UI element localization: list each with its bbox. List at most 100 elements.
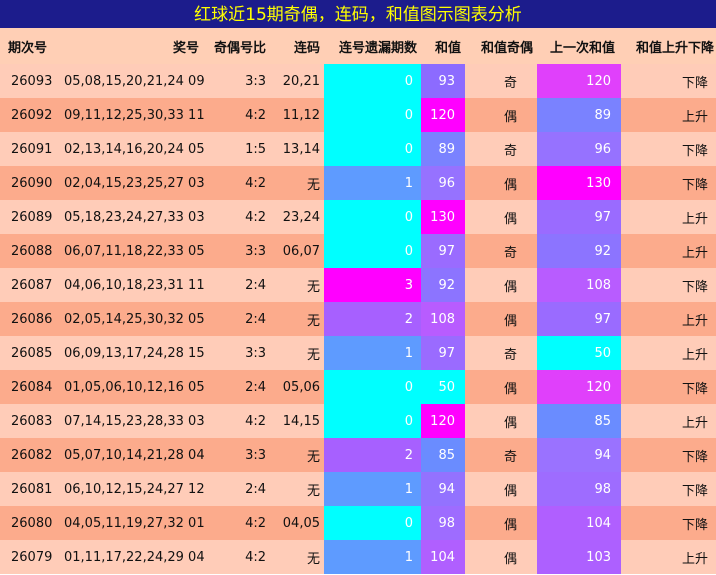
- table-row: 26089 05,18,23,24,27,33 03 4:2 23,24 0 130 偶 97…: [0, 200, 716, 234]
- numbers-cell: 04,05,11,19,27,32 01: [60, 506, 205, 540]
- consecutive-cell: 无: [270, 302, 324, 336]
- consecutive-cell: 无: [270, 336, 324, 370]
- sum-cell: 50: [421, 370, 465, 404]
- consecutive-miss-cell: 2: [324, 438, 421, 472]
- consecutive-cell: 23,24: [270, 200, 324, 234]
- sum-cell: 104: [421, 540, 465, 574]
- odd-even-ratio-cell: 4:2: [203, 166, 270, 200]
- consecutive-miss-cell: 1: [324, 336, 421, 370]
- prev-sum-cell: 120: [537, 370, 621, 404]
- col-header-trend: 和值上升下降: [621, 28, 716, 64]
- consecutive-miss-cell: 0: [324, 506, 421, 540]
- sum-parity-cell: 偶: [465, 268, 537, 302]
- table-row: 26086 02,05,14,25,30,32 05 2:4 无 2 108 偶 97 上升: [0, 302, 716, 336]
- header-row: 期次号 奖号 奇偶号比 连码 连号遗漏期数 和值 和值奇偶 上一次和值 和值上升…: [0, 28, 716, 64]
- table-row: 26091 02,13,14,16,20,24 05 1:5 13,14 0 89 奇 96 下…: [0, 132, 716, 166]
- sum-cell: 97: [421, 336, 465, 370]
- trend-cell: 上升: [621, 234, 716, 268]
- period-cell: 26084: [0, 370, 60, 404]
- page: 红球近15期奇偶，连码，和值图示图表分析 期次号 奖号 奇偶号比 连码 连号遗漏…: [0, 0, 716, 575]
- consecutive-cell: 无: [270, 268, 324, 302]
- consecutive-cell: 06,07: [270, 234, 324, 268]
- numbers-cell: 01,11,17,22,24,29 04: [60, 540, 205, 574]
- period-cell: 26081: [0, 472, 60, 506]
- prev-sum-cell: 98: [537, 472, 621, 506]
- period-cell: 26080: [0, 506, 60, 540]
- col-header-numbers: 奖号: [60, 28, 203, 64]
- prev-sum-cell: 108: [537, 268, 621, 302]
- trend-cell: 上升: [621, 200, 716, 234]
- sum-cell: 120: [421, 404, 465, 438]
- trend-cell: 下降: [621, 370, 716, 404]
- numbers-cell: 07,14,15,23,28,33 03: [60, 404, 205, 438]
- trend-cell: 上升: [621, 302, 716, 336]
- consecutive-miss-cell: 0: [324, 404, 421, 438]
- col-header-period: 期次号: [0, 28, 60, 64]
- table-row: 26085 06,09,13,17,24,28 15 3:3 无 1 97 奇 50 上升: [0, 336, 716, 370]
- odd-even-ratio-cell: 1:5: [203, 132, 270, 166]
- sum-parity-cell: 偶: [465, 370, 537, 404]
- odd-even-ratio-cell: 3:3: [203, 336, 270, 370]
- col-header-consecutive: 连码: [270, 28, 324, 64]
- prev-sum-cell: 97: [537, 302, 621, 336]
- numbers-cell: 06,07,11,18,22,33 05: [60, 234, 205, 268]
- consecutive-cell: 无: [270, 472, 324, 506]
- prev-sum-cell: 89: [537, 98, 621, 132]
- sum-cell: 97: [421, 234, 465, 268]
- consecutive-miss-cell: 0: [324, 200, 421, 234]
- odd-even-ratio-cell: 2:4: [203, 370, 270, 404]
- prev-sum-cell: 104: [537, 506, 621, 540]
- period-cell: 26083: [0, 404, 60, 438]
- consecutive-cell: 11,12: [270, 98, 324, 132]
- sum-cell: 108: [421, 302, 465, 336]
- consecutive-cell: 无: [270, 166, 324, 200]
- period-cell: 26090: [0, 166, 60, 200]
- consecutive-miss-cell: 0: [324, 98, 421, 132]
- odd-even-ratio-cell: 2:4: [203, 472, 270, 506]
- numbers-cell: 01,05,06,10,12,16 05: [60, 370, 205, 404]
- odd-even-ratio-cell: 4:2: [203, 200, 270, 234]
- odd-even-ratio-cell: 4:2: [203, 98, 270, 132]
- table-row: 26092 09,11,12,25,30,33 11 4:2 11,12 0 120 偶 89…: [0, 98, 716, 132]
- trend-cell: 上升: [621, 540, 716, 574]
- numbers-cell: 02,13,14,16,20,24 05: [60, 132, 205, 166]
- prev-sum-cell: 85: [537, 404, 621, 438]
- period-cell: 26085: [0, 336, 60, 370]
- trend-cell: 下降: [621, 64, 716, 98]
- prev-sum-cell: 97: [537, 200, 621, 234]
- sum-cell: 96: [421, 166, 465, 200]
- period-cell: 26087: [0, 268, 60, 302]
- trend-cell: 上升: [621, 336, 716, 370]
- page-title: 红球近15期奇偶，连码，和值图示图表分析: [0, 0, 716, 28]
- consecutive-cell: 20,21: [270, 64, 324, 98]
- prev-sum-cell: 120: [537, 64, 621, 98]
- table-row: 26081 06,10,12,15,24,27 12 2:4 无 1 94 偶 98 下降: [0, 472, 716, 506]
- numbers-cell: 06,10,12,15,24,27 12: [60, 472, 205, 506]
- consecutive-miss-cell: 1: [324, 166, 421, 200]
- prev-sum-cell: 130: [537, 166, 621, 200]
- trend-cell: 上升: [621, 404, 716, 438]
- sum-cell: 92: [421, 268, 465, 302]
- sum-parity-cell: 奇: [465, 234, 537, 268]
- col-header-sum-parity: 和值奇偶: [465, 28, 537, 64]
- prev-sum-cell: 92: [537, 234, 621, 268]
- table-row: 26080 04,05,11,19,27,32 01 4:2 04,05 0 98 偶 104…: [0, 506, 716, 540]
- consecutive-miss-cell: 1: [324, 472, 421, 506]
- numbers-cell: 05,07,10,14,21,28 04: [60, 438, 205, 472]
- sum-parity-cell: 奇: [465, 336, 537, 370]
- table-row: 26088 06,07,11,18,22,33 05 3:3 06,07 0 97 奇 92 上…: [0, 234, 716, 268]
- sum-parity-cell: 奇: [465, 64, 537, 98]
- period-cell: 26093: [0, 64, 60, 98]
- odd-even-ratio-cell: 2:4: [203, 268, 270, 302]
- prev-sum-cell: 103: [537, 540, 621, 574]
- col-header-consecutive-miss: 连号遗漏期数: [324, 28, 421, 64]
- consecutive-cell: 04,05: [270, 506, 324, 540]
- sum-cell: 98: [421, 506, 465, 540]
- numbers-cell: 06,09,13,17,24,28 15: [60, 336, 205, 370]
- table-row: 26090 02,04,15,23,25,27 03 4:2 无 1 96 偶 130 下降: [0, 166, 716, 200]
- numbers-cell: 05,08,15,20,21,24 09: [60, 64, 205, 98]
- odd-even-ratio-cell: 3:3: [203, 234, 270, 268]
- consecutive-miss-cell: 3: [324, 268, 421, 302]
- trend-cell: 下降: [621, 268, 716, 302]
- sum-cell: 120: [421, 98, 465, 132]
